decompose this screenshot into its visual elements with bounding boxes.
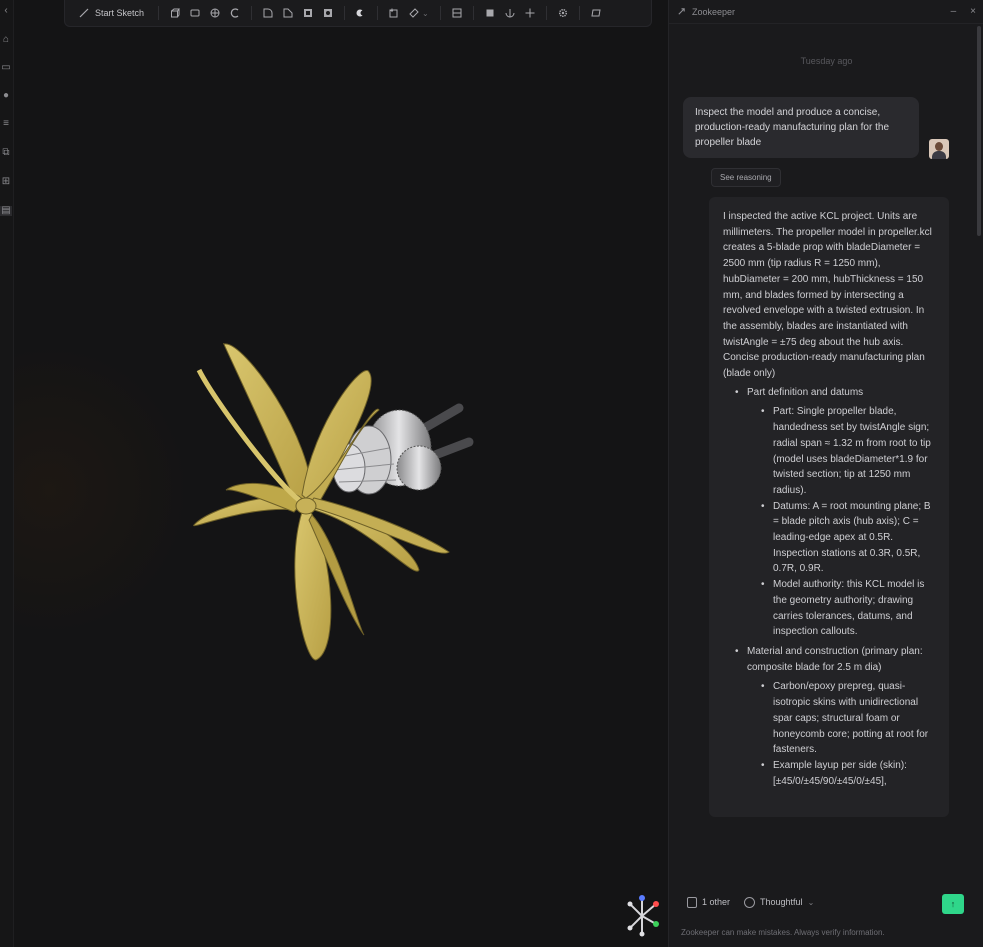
measure-button[interactable]: ⌄ [404,3,434,23]
settings-button[interactable] [553,3,573,23]
list-item: Material and construction (primary plan:… [735,644,937,789]
revolve-button[interactable] [185,3,205,23]
chat-composer: 1 other Thoughtful ⌄ ↑ [679,880,974,924]
hole-button[interactable] [318,3,338,23]
view-button[interactable] [586,3,606,23]
user-avatar [929,139,949,159]
sketch-icon [79,8,89,18]
mode-select[interactable]: Thoughtful ⌄ [744,896,815,908]
section-title: Material and construction (primary plan:… [747,645,923,673]
section-icon [452,8,462,18]
boolean-button[interactable] [351,3,371,23]
loft-icon [230,8,239,18]
minimize-icon[interactable]: – [951,6,957,17]
arrow-icon: ↑ [950,899,956,909]
section-title: Part definition and datums [747,386,864,398]
sweep-icon [210,8,220,18]
move-icon [525,8,535,18]
list-item: Example layup per side (skin): [±45/0/±4… [761,758,937,789]
zookeeper-icon [678,8,685,15]
modeling-toolbar: Start Sketch ⌄ [64,0,652,27]
sphere-icon [505,9,515,18]
see-reasoning-button[interactable]: See reasoning [711,168,781,187]
close-icon[interactable]: × [970,6,976,17]
panel-header: Zookeeper – × [669,0,983,24]
assistant-message: I inspected the active KCL project. Unit… [709,197,949,817]
move-button[interactable] [520,3,540,23]
files-icon[interactable]: ▭ [0,63,12,73]
user-message: Inspect the model and produce a concise,… [683,97,919,158]
list-item: Part: Single propeller blade, handedness… [761,404,937,498]
objects-icon[interactable]: ● [0,91,12,101]
model-viewport[interactable]: Start Sketch ⌄ [14,0,668,947]
view-icon [591,9,601,17]
list-icon[interactable]: ≡ [0,119,12,129]
plane-icon [389,8,398,18]
chat-icon[interactable]: ▤ [0,206,12,216]
shell-button[interactable] [298,3,318,23]
attachments-label: 1 other [702,897,731,907]
loft-button[interactable] [225,3,245,23]
boolean-icon [356,9,366,17]
section-button[interactable] [447,3,467,23]
plane-button[interactable] [384,3,404,23]
zookeeper-panel: Zookeeper – × Tuesday ago Inspect the mo… [668,0,983,947]
list-item: Carbon/epoxy prepreg, quasi-isotropic sk… [761,679,937,758]
extrude-button[interactable] [165,3,185,23]
axis-gizmo[interactable] [618,890,668,940]
plan-sections: Part definition and datums Part: Single … [723,385,937,790]
variables-icon[interactable]: ⊞ [0,177,12,187]
section-items: Part: Single propeller blade, handedness… [747,404,937,640]
start-sketch-button[interactable]: Start Sketch [71,3,152,23]
hole-icon [324,9,333,17]
measure-icon [409,8,419,18]
fillet-button[interactable] [258,3,278,23]
revolve-icon [190,9,200,17]
collapse-icon[interactable]: ‹ [0,6,12,16]
section-items: Carbon/epoxy prepreg, quasi-isotropic sk… [747,679,937,789]
fillet-icon [263,8,273,18]
sphere-button[interactable] [500,3,520,23]
assistant-intro: I inspected the active KCL project. Unit… [723,211,932,380]
file-icon [687,896,697,908]
brain-icon [744,896,756,908]
panel-title: Zookeeper [692,6,736,17]
list-item: Model authority: this KCL model is the g… [761,577,937,640]
chamfer-icon [283,8,293,18]
propeller-model[interactable] [164,330,494,670]
message-timestamp: Tuesday ago [800,56,853,66]
disclaimer-text: Zookeeper can make mistakes. Always veri… [681,928,885,937]
mode-label: Thoughtful [760,897,803,907]
cube-icon [486,9,494,17]
propeller-blades [193,343,450,661]
code-icon[interactable]: ⧉ [0,148,12,158]
settings-icon [558,8,567,18]
project-icon[interactable]: ⌂ [0,35,12,45]
propeller-hub [295,497,317,515]
chevron-down-icon: ⌄ [807,897,815,907]
left-rail: ‹ ⌂ ▭ ● ≡ ⧉ ⊞ ▤ [0,0,14,947]
start-sketch-label: Start Sketch [95,8,145,18]
cube-button[interactable] [480,3,500,23]
send-button[interactable]: ↑ [942,894,964,914]
shell-icon [304,9,313,17]
list-item: Part definition and datums Part: Single … [735,385,937,640]
sweep-button[interactable] [205,3,225,23]
list-item: Datums: A = root mounting plane; B = bla… [761,499,937,578]
extrude-icon [171,8,181,18]
attachments-button[interactable]: 1 other [687,896,731,908]
chamfer-button[interactable] [278,3,298,23]
